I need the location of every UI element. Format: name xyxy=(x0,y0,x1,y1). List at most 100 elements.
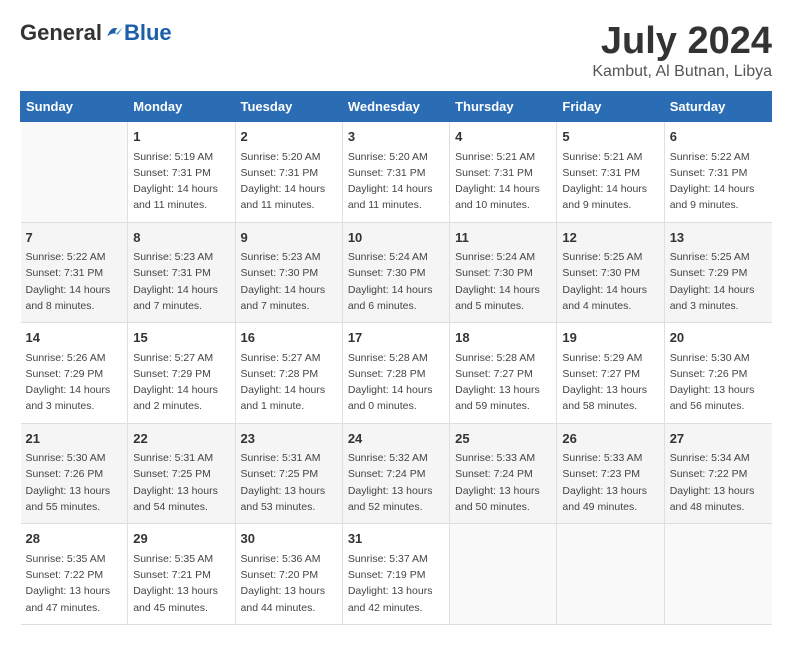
day-number: 8 xyxy=(133,228,229,248)
day-number: 23 xyxy=(241,429,337,449)
calendar-cell: 17Sunrise: 5:28 AMSunset: 7:28 PMDayligh… xyxy=(342,323,449,424)
calendar-cell: 28Sunrise: 5:35 AMSunset: 7:22 PMDayligh… xyxy=(21,524,128,625)
day-detail: Sunrise: 5:22 AMSunset: 7:31 PMDaylight:… xyxy=(670,149,767,214)
day-detail: Sunrise: 5:34 AMSunset: 7:22 PMDaylight:… xyxy=(670,450,767,515)
column-header-thursday: Thursday xyxy=(450,92,557,122)
day-number: 15 xyxy=(133,328,229,348)
calendar-cell: 10Sunrise: 5:24 AMSunset: 7:30 PMDayligh… xyxy=(342,222,449,323)
day-number: 25 xyxy=(455,429,551,449)
day-number: 12 xyxy=(562,228,658,248)
calendar-week-row: 14Sunrise: 5:26 AMSunset: 7:29 PMDayligh… xyxy=(21,323,772,424)
calendar-cell: 5Sunrise: 5:21 AMSunset: 7:31 PMDaylight… xyxy=(557,122,664,223)
day-number: 16 xyxy=(241,328,337,348)
calendar-week-row: 21Sunrise: 5:30 AMSunset: 7:26 PMDayligh… xyxy=(21,423,772,524)
day-number: 5 xyxy=(562,127,658,147)
calendar-cell: 9Sunrise: 5:23 AMSunset: 7:30 PMDaylight… xyxy=(235,222,342,323)
day-detail: Sunrise: 5:32 AMSunset: 7:24 PMDaylight:… xyxy=(348,450,444,515)
calendar-cell: 30Sunrise: 5:36 AMSunset: 7:20 PMDayligh… xyxy=(235,524,342,625)
day-number: 7 xyxy=(26,228,123,248)
day-number: 31 xyxy=(348,529,444,549)
day-detail: Sunrise: 5:20 AMSunset: 7:31 PMDaylight:… xyxy=(348,149,444,214)
column-header-wednesday: Wednesday xyxy=(342,92,449,122)
day-detail: Sunrise: 5:25 AMSunset: 7:29 PMDaylight:… xyxy=(670,249,767,314)
day-detail: Sunrise: 5:28 AMSunset: 7:28 PMDaylight:… xyxy=(348,350,444,415)
day-number: 4 xyxy=(455,127,551,147)
calendar-cell: 1Sunrise: 5:19 AMSunset: 7:31 PMDaylight… xyxy=(128,122,235,223)
day-detail: Sunrise: 5:27 AMSunset: 7:28 PMDaylight:… xyxy=(241,350,337,415)
logo-blue-text: Blue xyxy=(124,20,172,46)
calendar-cell: 8Sunrise: 5:23 AMSunset: 7:31 PMDaylight… xyxy=(128,222,235,323)
calendar-cell: 3Sunrise: 5:20 AMSunset: 7:31 PMDaylight… xyxy=(342,122,449,223)
calendar-cell: 19Sunrise: 5:29 AMSunset: 7:27 PMDayligh… xyxy=(557,323,664,424)
column-header-friday: Friday xyxy=(557,92,664,122)
day-number: 9 xyxy=(241,228,337,248)
calendar-cell: 11Sunrise: 5:24 AMSunset: 7:30 PMDayligh… xyxy=(450,222,557,323)
day-number: 1 xyxy=(133,127,229,147)
header: General Blue July 2024 Kambut, Al Butnan… xyxy=(20,20,772,81)
day-detail: Sunrise: 5:37 AMSunset: 7:19 PMDaylight:… xyxy=(348,551,444,616)
day-number: 30 xyxy=(241,529,337,549)
day-detail: Sunrise: 5:35 AMSunset: 7:21 PMDaylight:… xyxy=(133,551,229,616)
day-number: 17 xyxy=(348,328,444,348)
day-detail: Sunrise: 5:30 AMSunset: 7:26 PMDaylight:… xyxy=(26,450,123,515)
day-detail: Sunrise: 5:23 AMSunset: 7:30 PMDaylight:… xyxy=(241,249,337,314)
calendar-cell: 12Sunrise: 5:25 AMSunset: 7:30 PMDayligh… xyxy=(557,222,664,323)
day-number: 19 xyxy=(562,328,658,348)
column-header-tuesday: Tuesday xyxy=(235,92,342,122)
day-detail: Sunrise: 5:29 AMSunset: 7:27 PMDaylight:… xyxy=(562,350,658,415)
day-detail: Sunrise: 5:22 AMSunset: 7:31 PMDaylight:… xyxy=(26,249,123,314)
title-section: July 2024 Kambut, Al Butnan, Libya xyxy=(592,20,772,81)
day-detail: Sunrise: 5:21 AMSunset: 7:31 PMDaylight:… xyxy=(455,149,551,214)
calendar-week-row: 28Sunrise: 5:35 AMSunset: 7:22 PMDayligh… xyxy=(21,524,772,625)
day-detail: Sunrise: 5:21 AMSunset: 7:31 PMDaylight:… xyxy=(562,149,658,214)
day-number: 28 xyxy=(26,529,123,549)
column-header-saturday: Saturday xyxy=(664,92,771,122)
calendar-cell: 15Sunrise: 5:27 AMSunset: 7:29 PMDayligh… xyxy=(128,323,235,424)
subtitle: Kambut, Al Butnan, Libya xyxy=(592,63,772,81)
logo-bird-icon xyxy=(104,23,124,43)
calendar-cell: 21Sunrise: 5:30 AMSunset: 7:26 PMDayligh… xyxy=(21,423,128,524)
day-number: 26 xyxy=(562,429,658,449)
day-number: 6 xyxy=(670,127,767,147)
day-number: 24 xyxy=(348,429,444,449)
calendar-cell: 16Sunrise: 5:27 AMSunset: 7:28 PMDayligh… xyxy=(235,323,342,424)
calendar-cell: 24Sunrise: 5:32 AMSunset: 7:24 PMDayligh… xyxy=(342,423,449,524)
day-detail: Sunrise: 5:33 AMSunset: 7:23 PMDaylight:… xyxy=(562,450,658,515)
day-number: 14 xyxy=(26,328,123,348)
day-detail: Sunrise: 5:28 AMSunset: 7:27 PMDaylight:… xyxy=(455,350,551,415)
day-detail: Sunrise: 5:36 AMSunset: 7:20 PMDaylight:… xyxy=(241,551,337,616)
calendar-cell xyxy=(557,524,664,625)
calendar-cell: 7Sunrise: 5:22 AMSunset: 7:31 PMDaylight… xyxy=(21,222,128,323)
calendar-cell xyxy=(21,122,128,223)
calendar-table: SundayMondayTuesdayWednesdayThursdayFrid… xyxy=(20,91,772,625)
day-detail: Sunrise: 5:31 AMSunset: 7:25 PMDaylight:… xyxy=(241,450,337,515)
day-detail: Sunrise: 5:24 AMSunset: 7:30 PMDaylight:… xyxy=(348,249,444,314)
day-number: 11 xyxy=(455,228,551,248)
calendar-week-row: 7Sunrise: 5:22 AMSunset: 7:31 PMDaylight… xyxy=(21,222,772,323)
calendar-cell: 14Sunrise: 5:26 AMSunset: 7:29 PMDayligh… xyxy=(21,323,128,424)
calendar-cell: 22Sunrise: 5:31 AMSunset: 7:25 PMDayligh… xyxy=(128,423,235,524)
day-number: 20 xyxy=(670,328,767,348)
day-detail: Sunrise: 5:23 AMSunset: 7:31 PMDaylight:… xyxy=(133,249,229,314)
day-detail: Sunrise: 5:24 AMSunset: 7:30 PMDaylight:… xyxy=(455,249,551,314)
calendar-cell: 25Sunrise: 5:33 AMSunset: 7:24 PMDayligh… xyxy=(450,423,557,524)
calendar-cell: 13Sunrise: 5:25 AMSunset: 7:29 PMDayligh… xyxy=(664,222,771,323)
day-detail: Sunrise: 5:33 AMSunset: 7:24 PMDaylight:… xyxy=(455,450,551,515)
day-number: 22 xyxy=(133,429,229,449)
day-detail: Sunrise: 5:27 AMSunset: 7:29 PMDaylight:… xyxy=(133,350,229,415)
day-number: 21 xyxy=(26,429,123,449)
calendar-cell: 20Sunrise: 5:30 AMSunset: 7:26 PMDayligh… xyxy=(664,323,771,424)
calendar-cell: 23Sunrise: 5:31 AMSunset: 7:25 PMDayligh… xyxy=(235,423,342,524)
calendar-cell xyxy=(450,524,557,625)
day-number: 3 xyxy=(348,127,444,147)
day-number: 10 xyxy=(348,228,444,248)
day-number: 13 xyxy=(670,228,767,248)
logo-general-text: General xyxy=(20,20,102,46)
calendar-cell: 31Sunrise: 5:37 AMSunset: 7:19 PMDayligh… xyxy=(342,524,449,625)
calendar-cell: 27Sunrise: 5:34 AMSunset: 7:22 PMDayligh… xyxy=(664,423,771,524)
calendar-cell: 2Sunrise: 5:20 AMSunset: 7:31 PMDaylight… xyxy=(235,122,342,223)
calendar-cell: 4Sunrise: 5:21 AMSunset: 7:31 PMDaylight… xyxy=(450,122,557,223)
calendar-cell: 26Sunrise: 5:33 AMSunset: 7:23 PMDayligh… xyxy=(557,423,664,524)
day-detail: Sunrise: 5:30 AMSunset: 7:26 PMDaylight:… xyxy=(670,350,767,415)
day-detail: Sunrise: 5:20 AMSunset: 7:31 PMDaylight:… xyxy=(241,149,337,214)
